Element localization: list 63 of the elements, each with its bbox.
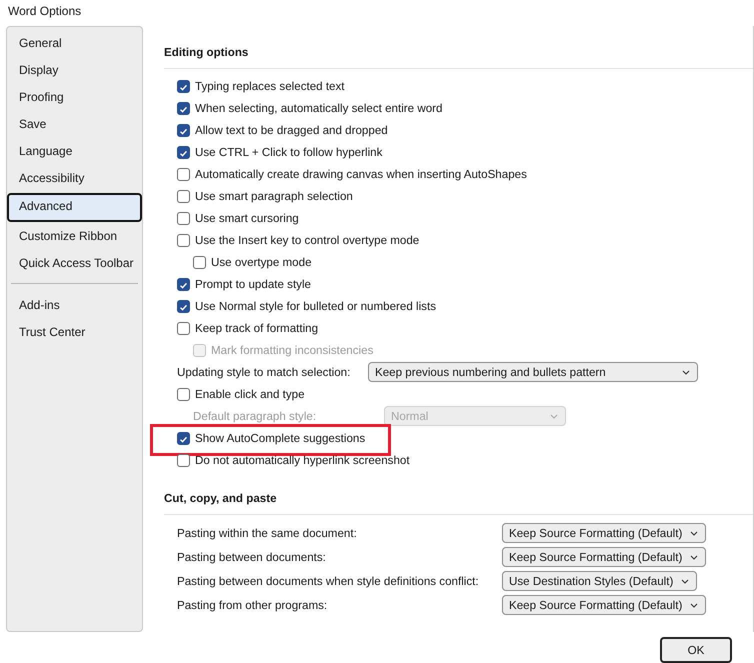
checkbox-label: Use Normal style for bulleted or numbered lists bbox=[195, 300, 436, 312]
dropdown[interactable]: Use Destination Styles (Default) bbox=[502, 571, 698, 591]
sidebar-item[interactable]: Save bbox=[8, 111, 141, 138]
checkbox[interactable] bbox=[177, 322, 190, 334]
dropdown-label: Updating style to match selection: bbox=[177, 366, 352, 378]
checkbox[interactable] bbox=[177, 278, 190, 290]
dropdown-label: Default paragraph style: bbox=[193, 410, 318, 422]
checkbox-label: Allow text to be dragged and dropped bbox=[195, 124, 388, 136]
checkbox-label: Mark formatting inconsistencies bbox=[211, 344, 374, 356]
sidebar-item[interactable]: General bbox=[8, 30, 141, 57]
checkbox[interactable] bbox=[177, 212, 190, 224]
checkbox[interactable] bbox=[177, 124, 190, 136]
sidebar-item[interactable]: Add-ins bbox=[8, 292, 141, 319]
dropdown[interactable]: Keep previous numbering and bullets pattern bbox=[368, 362, 698, 382]
section-heading: Editing options bbox=[164, 45, 250, 61]
sidebar-item[interactable]: Proofing bbox=[8, 84, 141, 111]
checkbox-label: Typing replaces selected text bbox=[195, 80, 345, 92]
checkbox[interactable] bbox=[177, 388, 190, 400]
dropdown[interactable]: Keep Source Formatting (Default) bbox=[502, 523, 706, 543]
checkbox-label: Automatically create drawing canvas when inserting AutoShapes bbox=[195, 168, 527, 180]
checkbox-label: Prompt to update style bbox=[195, 278, 311, 290]
checkbox[interactable] bbox=[177, 300, 190, 312]
sidebar-item[interactable]: Trust Center bbox=[8, 319, 141, 346]
chevron-down-icon bbox=[681, 578, 690, 584]
chevron-down-icon bbox=[550, 414, 558, 418]
checkbox-label: Use the Insert key to control overtype mode bbox=[195, 234, 420, 246]
chevron-down-icon bbox=[682, 370, 690, 374]
chevron-down-icon bbox=[690, 530, 698, 536]
checkbox-label: Keep track of formatting bbox=[195, 322, 318, 334]
dropdown-label: Pasting between documents: bbox=[177, 550, 327, 564]
chevron-down-icon bbox=[690, 554, 698, 560]
chevron-down-icon bbox=[690, 602, 698, 608]
checkbox[interactable] bbox=[177, 432, 190, 444]
dropdown-label: Pasting between documents when style definitions conflict: bbox=[177, 574, 480, 588]
dropdown-label: Pasting from other programs: bbox=[177, 598, 328, 612]
checkbox[interactable] bbox=[177, 190, 190, 202]
ok-button[interactable]: OK bbox=[660, 637, 732, 663]
window-title: Word Options bbox=[7, 3, 82, 20]
checkbox-label: Enable click and type bbox=[195, 388, 305, 400]
sidebar-item[interactable]: Advanced bbox=[7, 193, 142, 222]
checkbox[interactable] bbox=[177, 102, 190, 114]
section-heading: Cut, copy, and paste bbox=[164, 491, 278, 507]
sidebar-item[interactable]: Quick Access Toolbar bbox=[8, 250, 141, 277]
checkbox-label: Use overtype mode bbox=[211, 256, 312, 268]
checkbox-label: Do not automatically hyperlink screenshot bbox=[195, 454, 410, 466]
sidebar-item[interactable]: Display bbox=[8, 57, 141, 84]
checkbox[interactable] bbox=[177, 80, 190, 92]
checkbox-label: Use CTRL + Click to follow hyperlink bbox=[195, 146, 382, 158]
checkbox[interactable] bbox=[177, 146, 190, 158]
checkbox[interactable] bbox=[177, 454, 190, 466]
sidebar-item[interactable]: Accessibility bbox=[8, 165, 141, 192]
checkbox[interactable] bbox=[177, 234, 190, 246]
checkbox[interactable] bbox=[177, 168, 190, 180]
sidebar-item[interactable]: Customize Ribbon bbox=[8, 223, 141, 250]
checkbox[interactable] bbox=[193, 256, 206, 268]
dropdown-label: Pasting within the same document: bbox=[177, 526, 358, 540]
checkbox-label: Use smart paragraph selection bbox=[195, 190, 353, 202]
checkbox-label: When selecting, automatically select entire word bbox=[195, 102, 442, 114]
checkbox-label: Show AutoComplete suggestions bbox=[195, 432, 366, 444]
dropdown[interactable]: Keep Source Formatting (Default) bbox=[502, 595, 706, 615]
checkbox-label: Use smart cursoring bbox=[195, 212, 299, 224]
sidebar-item[interactable]: Language bbox=[8, 138, 141, 165]
dropdown[interactable]: Keep Source Formatting (Default) bbox=[502, 547, 706, 567]
